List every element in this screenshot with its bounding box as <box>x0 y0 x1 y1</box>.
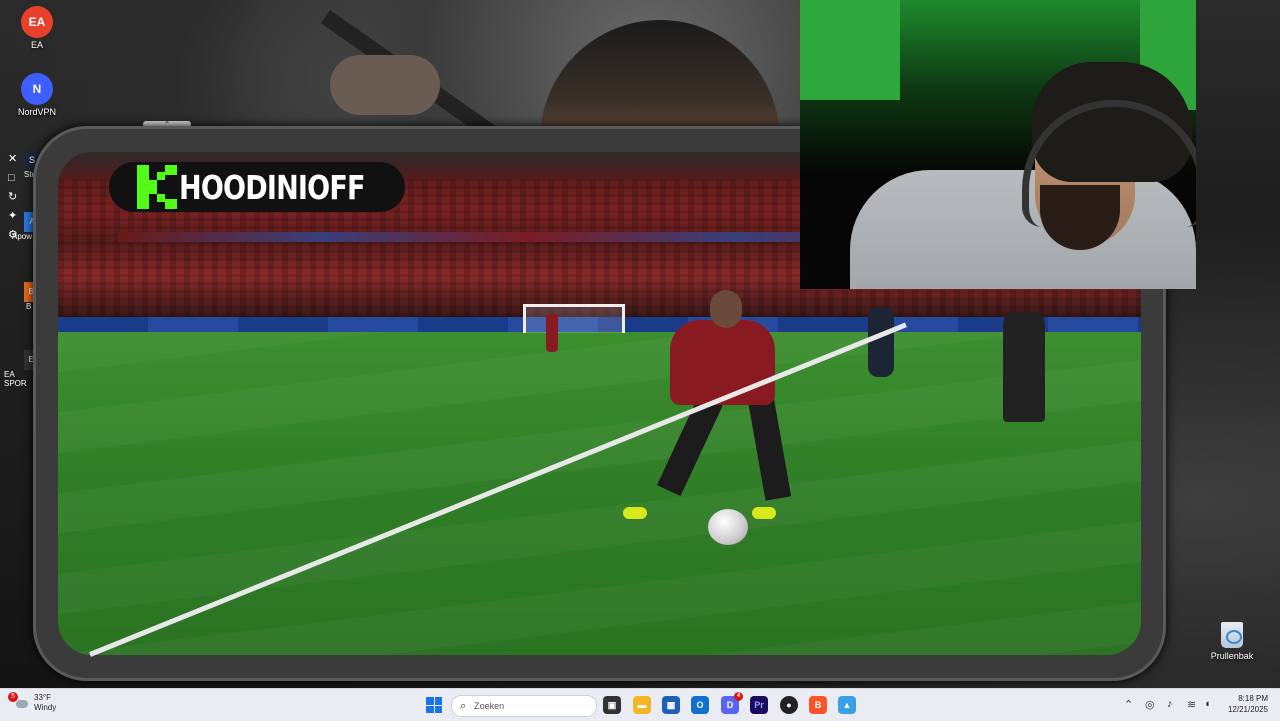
search-placeholder: Zoeken <box>474 701 505 711</box>
webcam-overlay <box>800 0 1196 289</box>
channel-watermark: HOODINIOFF <box>109 162 405 212</box>
photos-button[interactable]: ▲ <box>838 696 856 714</box>
player-boot <box>623 507 647 519</box>
taskbar: 5 33°F Windy ⌕ Zoeken ▣ ▬ ▦ O D 4 Pr ● B… <box>0 688 1280 721</box>
recycle-bin-icon <box>1221 622 1243 648</box>
channel-name: HOODINIOFF <box>178 167 366 207</box>
search-icon: ⌕ <box>460 699 467 712</box>
desktop-icon-label: EA SPOR <box>4 370 27 388</box>
network-icon[interactable]: ◎ <box>1145 698 1155 711</box>
calculator-icon: ▦ <box>666 699 676 710</box>
background-staff <box>1003 312 1045 422</box>
desktop-icon-recycle-bin[interactable]: Prullenbak <box>1208 622 1256 661</box>
photos-icon: ▲ <box>842 700 852 710</box>
desktop-icon-label: Prullenbak <box>1210 651 1254 661</box>
wallpaper-art <box>540 20 780 140</box>
desktop-icon-label: NordVPN <box>17 107 56 117</box>
refresh-icon[interactable]: ↻ <box>8 188 18 207</box>
clock-time: 8:18 PM <box>1238 694 1268 703</box>
weather-temperature: 33°F <box>34 693 51 702</box>
background-staff <box>868 307 894 377</box>
desktop-icon-ea[interactable]: EA EA <box>7 6 67 50</box>
obs-button[interactable]: ● <box>780 696 798 714</box>
chevron-up-icon[interactable]: ⌃ <box>1124 698 1133 711</box>
wifi-icon[interactable]: ≋ <box>1187 698 1196 711</box>
football <box>708 509 748 545</box>
task-view-button[interactable]: ▣ <box>603 696 621 714</box>
wallpaper-art <box>330 55 440 115</box>
volume-icon[interactable]: ◖ <box>1204 698 1211 710</box>
player-head <box>710 290 742 328</box>
background-player <box>546 314 558 352</box>
side-controls: ✕ □ ↻ ✦ ⚙ <box>8 150 18 245</box>
outlook-icon: O <box>696 700 704 710</box>
kick-logo-icon <box>137 165 177 209</box>
goal-post <box>523 304 625 333</box>
calculator-button[interactable]: ▦ <box>662 696 680 714</box>
brave-button[interactable]: B <box>809 696 827 714</box>
star-icon[interactable]: ✦ <box>8 207 18 226</box>
notification-badge: 4 <box>734 692 743 701</box>
obs-icon: ● <box>786 700 792 710</box>
premiere-pro-button[interactable]: Pr <box>750 696 768 714</box>
weather-icon: 5 <box>8 692 28 712</box>
desktop-icon-label: EA <box>30 40 43 50</box>
weather-widget[interactable]: 5 33°F Windy <box>8 692 57 713</box>
microphone-icon[interactable]: ♪ <box>1167 698 1173 710</box>
desktop-icon-b[interactable]: B B <box>4 282 38 311</box>
task-view-icon: ▣ <box>607 699 617 710</box>
weather-condition: Windy <box>34 703 57 712</box>
background-wall <box>800 0 900 100</box>
football-pitch <box>58 332 1141 655</box>
desktop-icon-ea-sports[interactable]: E EA SPOR <box>4 350 38 388</box>
discord-button[interactable]: D 4 <box>721 692 743 714</box>
search-box[interactable]: ⌕ Zoeken <box>451 695 597 717</box>
brave-icon: B <box>814 700 822 710</box>
clock-date: 12/21/2025 <box>1227 705 1268 714</box>
system-clock[interactable]: 8:18 PM 12/21/2025 <box>1228 693 1268 715</box>
settings-icon[interactable]: ⚙ <box>8 226 18 245</box>
discord-icon: D <box>726 700 734 710</box>
maximize-icon[interactable]: □ <box>8 169 18 188</box>
file-explorer-icon: ▬ <box>637 700 647 710</box>
start-button[interactable] <box>426 697 442 713</box>
file-explorer-button[interactable]: ▬ <box>633 696 651 714</box>
player-boot <box>752 507 776 519</box>
nordvpn-icon: N <box>21 73 53 105</box>
close-icon[interactable]: ✕ <box>8 150 18 169</box>
desktop-icon-nordvpn[interactable]: N NordVPN <box>7 73 67 117</box>
player-torso <box>670 320 775 405</box>
ea-icon: EA <box>21 6 53 38</box>
premiere-pro-icon: Pr <box>754 700 764 710</box>
outlook-button[interactable]: O <box>691 696 709 714</box>
